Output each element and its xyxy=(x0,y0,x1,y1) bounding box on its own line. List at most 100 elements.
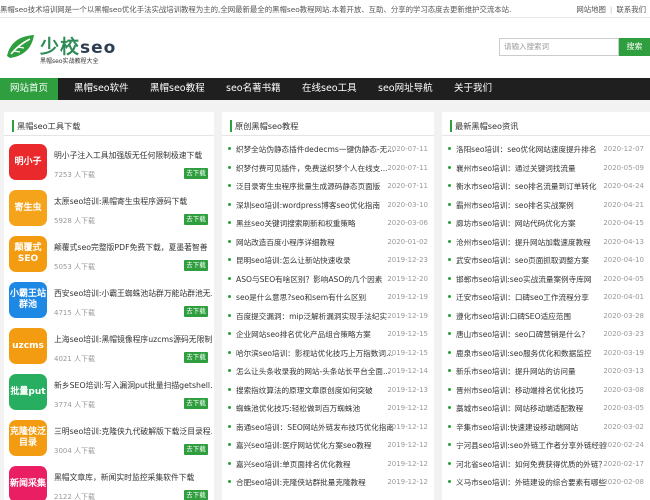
news-row[interactable]: 霸州市seo培训：seo排名实战案例 2020-04-21 xyxy=(442,196,650,214)
tutorial-row[interactable]: seo是什么意思?seo和sem有什么区别 2019-12-19 xyxy=(222,288,434,306)
tutorial-row[interactable]: 哈尔滨seo培训：影视站优化技巧上万指数词... 2019-12-15 xyxy=(222,344,434,362)
tool-name[interactable]: 明小子注入工具加强版无任何限制极速下载 xyxy=(54,150,212,161)
search-button[interactable]: 搜索 xyxy=(619,38,650,56)
tool-name[interactable]: 西安seo培训:小霸王蜘蛛池站群万能站群池无... xyxy=(54,288,212,299)
news-row[interactable]: 襄州市seo培训：通过关键词找流量 2020-05-09 xyxy=(442,159,650,177)
tutorial-row[interactable]: 织梦全站伪静态插件dedecms一键伪静态-无... 2020-07-11 xyxy=(222,140,434,158)
article-title[interactable]: 辛集市seo培训:快速建设移动端网站 xyxy=(456,422,606,433)
brand-name[interactable]: 少校seo xyxy=(40,32,116,59)
article-title[interactable]: 廊坊市seo培训：网站代码优化方案 xyxy=(456,218,606,229)
tool-thumbnail[interactable]: 小霸王站群池 xyxy=(9,282,47,318)
article-title[interactable]: 鹿泉市seo培训:seo服务优化和数据监控 xyxy=(456,348,606,359)
news-row[interactable]: 唐山市seo培训：seo口碑营销是什么？ 2020-03-23 xyxy=(442,325,650,343)
download-button[interactable]: 去下载 xyxy=(184,398,208,409)
article-title[interactable]: seo是什么意思?seo和sem有什么区别 xyxy=(236,292,394,303)
tool-name[interactable]: 三明seo培训:克隆侠九代破解版下载泛目录程... xyxy=(54,426,212,437)
nav-item-tutorials[interactable]: 黑帽seo教程 xyxy=(150,78,205,100)
article-title[interactable]: 遵化市seo培训:口碑SEO适应范围 xyxy=(456,311,606,322)
tool-thumbnail[interactable]: uzcms xyxy=(9,328,47,364)
news-row[interactable]: 沧州市seo培训：提升网站加载速度教程 2020-04-13 xyxy=(442,233,650,251)
nav-item-directory[interactable]: seo网址导航 xyxy=(378,78,433,100)
nav-item-books[interactable]: seo名著书籍 xyxy=(226,78,281,100)
news-row[interactable]: 辛集市seo培训:快速建设移动端网站 2020-03-02 xyxy=(442,418,650,436)
article-title[interactable]: 网站改造百度小程序详细教程 xyxy=(236,237,394,248)
tutorial-row[interactable]: 怎么让头条收录我的网站-头条站长平台全面... 2019-12-14 xyxy=(222,362,434,380)
tool-thumbnail[interactable]: 批量put xyxy=(9,374,47,410)
tool-thumbnail[interactable]: 新闻采集 xyxy=(9,466,47,500)
download-button[interactable]: 去下载 xyxy=(184,352,208,363)
tutorial-row[interactable]: 织梦付费可见插件，免费送织梦个人在线支... 2020-07-11 xyxy=(222,159,434,177)
tutorial-row[interactable]: ASO与SEO有啥区别？影响ASO的几个因素 2019-12-20 xyxy=(222,270,434,288)
tutorial-row[interactable]: 嘉兴seo培训:医疗网站优化方案seo教程 2019-12-12 xyxy=(222,436,434,454)
article-title[interactable]: 嘉兴seo培训:单页面排名优化教程 xyxy=(236,459,394,470)
news-row[interactable]: 邯郸市seo培训:seo实战流量案例寺库网 2020-04-05 xyxy=(442,270,650,288)
news-row[interactable]: 迁安市seo培训：口碑seo工作流程分享 2020-04-01 xyxy=(442,288,650,306)
article-title[interactable]: 昆明seo培训:怎么让新站快速收录 xyxy=(236,255,394,266)
tool-thumbnail[interactable]: 明小子 xyxy=(9,144,47,180)
download-button[interactable]: 去下载 xyxy=(184,214,208,225)
article-title[interactable]: 嘉兴seo培训:医疗网站优化方案seo教程 xyxy=(236,440,394,451)
tool-name[interactable]: 颠覆式seo完整版PDF免费下载，夏墨著智善 xyxy=(54,242,212,253)
article-title[interactable]: 晋州市seo培训：移动端排名优化技巧 xyxy=(456,385,606,396)
tutorial-row[interactable]: 昆明seo培训:怎么让新站快速收录 2019-12-23 xyxy=(222,251,434,269)
article-title[interactable]: 河北省seo培训：如何免费获得优质的外链？ xyxy=(456,459,606,470)
download-button[interactable]: 去下载 xyxy=(184,444,208,455)
search-input[interactable]: 请输入搜索词 xyxy=(499,38,619,56)
tool-item[interactable]: 新闻采集 黑帽文章库，新闻实时监控采集软件下载 2122 人下载 去下载 xyxy=(4,462,214,500)
article-title[interactable]: 宁河县seo培训:seo外链工作者分享外链经验 xyxy=(456,440,606,451)
tutorial-row[interactable]: 嘉兴seo培训:单页面排名优化教程 2019-12-12 xyxy=(222,455,434,473)
article-title[interactable]: 深圳seo培训:wordpress博客seo优化指南 xyxy=(236,200,394,211)
news-row[interactable]: 义马市seo培训：外链建设的综合要素有哪些？ 2020-02-08 xyxy=(442,473,650,491)
article-title[interactable]: 迁安市seo培训：口碑seo工作流程分享 xyxy=(456,292,606,303)
contact-link[interactable]: 联系我们 xyxy=(616,5,646,14)
tool-item[interactable]: uzcms 上海seo培训:黑帽镜像程序uzcms源码无限制... 4021 人下载… xyxy=(4,324,214,370)
tool-thumbnail[interactable]: 颠覆式SEO xyxy=(9,236,47,272)
tutorial-row[interactable]: 搜索指纹算法的原理文章原创度如何突破 2019-12-13 xyxy=(222,381,434,399)
news-row[interactable]: 新乐市seo培训：提升网站的访问量 2020-03-13 xyxy=(442,362,650,380)
article-title[interactable]: 新乐市seo培训：提升网站的访问量 xyxy=(456,366,606,377)
tool-name[interactable]: 黑帽文章库，新闻实时监控采集软件下载 xyxy=(54,472,212,483)
article-title[interactable]: 泛目录寄生虫程序批量生成源码静态页面版 xyxy=(236,181,394,192)
news-row[interactable]: 晋州市seo培训：移动端排名优化技巧 2020-03-08 xyxy=(442,381,650,399)
tool-name[interactable]: 新乡SEO培训:写入漏洞put批量扫描getshell... xyxy=(54,380,212,391)
article-title[interactable]: 唐山市seo培训：seo口碑营销是什么？ xyxy=(456,329,606,340)
tool-thumbnail[interactable]: 克隆侠泛目录 xyxy=(9,420,47,456)
tool-name[interactable]: 上海seo培训:黑帽镜像程序uzcms源码无限制... xyxy=(54,334,212,345)
article-title[interactable]: 义马市seo培训：外链建设的综合要素有哪些？ xyxy=(456,477,606,488)
news-row[interactable]: 廊坊市seo培训：网站代码优化方案 2020-04-15 xyxy=(442,214,650,232)
download-button[interactable]: 去下载 xyxy=(184,260,208,271)
tool-name[interactable]: 太原seo培训:黑帽寄生虫程序源码下载 xyxy=(54,196,212,207)
news-row[interactable]: 河北省seo培训：如何免费获得优质的外链？ 2020-02-17 xyxy=(442,455,650,473)
article-title[interactable]: 霸州市seo培训：seo排名实战案例 xyxy=(456,200,606,211)
nav-item-tools[interactable]: 在线seo工具 xyxy=(302,78,357,100)
tutorial-row[interactable]: 网站改造百度小程序详细教程 2020-01-02 xyxy=(222,233,434,251)
article-title[interactable]: 怎么让头条收录我的网站-头条站长平台全面... xyxy=(236,366,394,377)
news-row[interactable]: 衡水市seo培训：seo排名流量到订单转化 2020-04-24 xyxy=(442,177,650,195)
article-title[interactable]: 襄州市seo培训：通过关键词找流量 xyxy=(456,163,606,174)
tutorial-row[interactable]: 百度提交漏洞：mip泛解析漏洞实现手法纪实 2019-12-19 xyxy=(222,307,434,325)
article-title[interactable]: 洛阳seo培训：seo优化网站速度提升排名 xyxy=(456,144,606,155)
article-title[interactable]: 哈尔滨seo培训：影视站优化技巧上万指数词... xyxy=(236,348,394,359)
tool-item[interactable]: 批量put 新乡SEO培训:写入漏洞put批量扫描getshell... 3774 … xyxy=(4,370,214,416)
news-row[interactable]: 宁河县seo培训:seo外链工作者分享外链经验 2020-02-24 xyxy=(442,436,650,454)
article-title[interactable]: 南通seo培训：SEO网站外链发布技巧优化指南 xyxy=(236,422,394,433)
news-row[interactable]: 藁城市seo培训：网站移动端适配教程 2020-03-05 xyxy=(442,399,650,417)
article-title[interactable]: ASO与SEO有啥区别？影响ASO的几个因素 xyxy=(236,274,394,285)
nav-item-software[interactable]: 黑帽seo软件 xyxy=(74,78,129,100)
article-title[interactable]: 衡水市seo培训：seo排名流量到订单转化 xyxy=(456,181,606,192)
article-title[interactable]: 百度提交漏洞：mip泛解析漏洞实现手法纪实 xyxy=(236,311,394,322)
sitemap-link[interactable]: 网站地图 xyxy=(576,5,606,14)
article-title[interactable]: 织梦付费可见插件，免费送织梦个人在线支... xyxy=(236,163,394,174)
article-title[interactable]: 合肥seo培训:克隆侠站群批量克隆教程 xyxy=(236,477,394,488)
news-row[interactable]: 遵化市seo培训:口碑SEO适应范围 2020-03-28 xyxy=(442,307,650,325)
article-title[interactable]: 织梦全站伪静态插件dedecms一键伪静态-无... xyxy=(236,144,394,155)
nav-item-home[interactable]: 网站首页 xyxy=(0,78,59,100)
news-row[interactable]: 洛阳seo培训：seo优化网站速度提升排名 2020-12-07 xyxy=(442,140,650,158)
tool-thumbnail[interactable]: 寄生虫 xyxy=(9,190,47,226)
nav-item-about[interactable]: 关于我们 xyxy=(454,78,492,100)
tool-item[interactable]: 小霸王站群池 西安seo培训:小霸王蜘蛛池站群万能站群池无... 4715 人下载 去… xyxy=(4,278,214,324)
article-title[interactable]: 武安市seo培训：seo页面抓取调整方案 xyxy=(456,255,606,266)
article-title[interactable]: 蜘蛛池优化技巧:轻松做到百万蜘蛛池 xyxy=(236,403,394,414)
tutorial-row[interactable]: 蜘蛛池优化技巧:轻松做到百万蜘蛛池 2019-12-12 xyxy=(222,399,434,417)
download-button[interactable]: 去下载 xyxy=(184,306,208,317)
